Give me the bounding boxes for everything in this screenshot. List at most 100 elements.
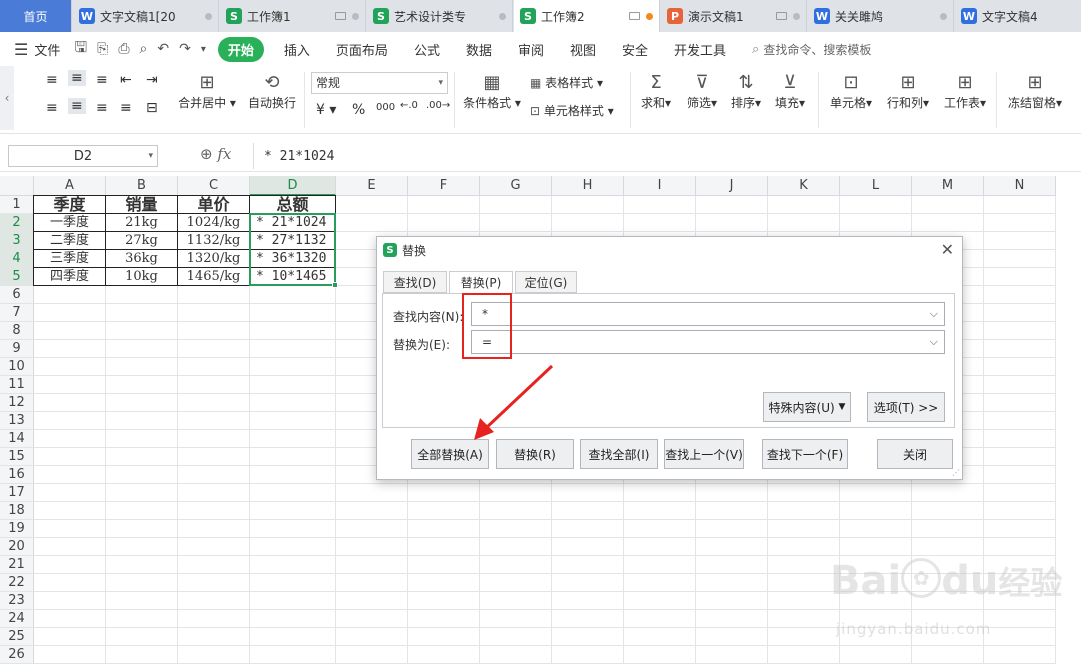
cell-j22[interactable]	[696, 574, 768, 592]
replace-input[interactable]: = ⌵	[471, 330, 945, 354]
column-header-a[interactable]: A	[34, 176, 106, 196]
cell-m19[interactable]	[912, 520, 984, 538]
number-format-select[interactable]: 常规 ▾	[311, 72, 448, 94]
row-header-26[interactable]: 26	[0, 646, 34, 664]
tab-presentation1[interactable]: P 演示文稿1	[661, 0, 807, 32]
cell-b23[interactable]	[106, 592, 178, 610]
cell-j19[interactable]	[696, 520, 768, 538]
cell-m21[interactable]	[912, 556, 984, 574]
row-header-24[interactable]: 24	[0, 610, 34, 628]
column-header-i[interactable]: I	[624, 176, 696, 196]
cell-g21[interactable]	[480, 556, 552, 574]
cell-k25[interactable]	[768, 628, 840, 646]
cell-e25[interactable]	[336, 628, 408, 646]
cell-c25[interactable]	[178, 628, 250, 646]
cell-d25[interactable]	[250, 628, 336, 646]
row-header-18[interactable]: 18	[0, 502, 34, 520]
row-header-5[interactable]: 5	[0, 268, 34, 286]
cell-c24[interactable]	[178, 610, 250, 628]
cell-h26[interactable]	[552, 646, 624, 664]
special-content-button[interactable]: 特殊内容(U) ▼	[763, 392, 851, 422]
cell-d21[interactable]	[250, 556, 336, 574]
cell-l26[interactable]	[840, 646, 912, 664]
cell-k19[interactable]	[768, 520, 840, 538]
find-input[interactable]: * ⌵	[471, 302, 945, 326]
cell-i20[interactable]	[624, 538, 696, 556]
cell-i23[interactable]	[624, 592, 696, 610]
cell-k2[interactable]	[768, 214, 840, 232]
cell-b8[interactable]	[106, 322, 178, 340]
cell-h23[interactable]	[552, 592, 624, 610]
align-top-icon[interactable]: ≡	[46, 72, 58, 88]
tab-workbook2[interactable]: S 工作簿2	[514, 0, 660, 32]
cell-d19[interactable]	[250, 520, 336, 538]
cell-d6[interactable]	[250, 286, 336, 304]
cell-h2[interactable]	[552, 214, 624, 232]
row-header-2[interactable]: 2	[0, 214, 34, 232]
find-all-button[interactable]: 查找全部(I)	[580, 439, 658, 469]
undo-icon[interactable]: ↶	[157, 41, 169, 57]
percent-button[interactable]: %	[352, 102, 365, 118]
cell-g18[interactable]	[480, 502, 552, 520]
menu-data[interactable]: 数据	[466, 40, 492, 59]
align-center-icon[interactable]: ≡	[68, 98, 86, 114]
row-header-19[interactable]: 19	[0, 520, 34, 538]
cell-b22[interactable]	[106, 574, 178, 592]
cell-n24[interactable]	[984, 610, 1056, 628]
cell-b25[interactable]	[106, 628, 178, 646]
align-right-icon[interactable]: ≡	[96, 100, 108, 116]
cell-g2[interactable]	[480, 214, 552, 232]
cell-c20[interactable]	[178, 538, 250, 556]
cell-a8[interactable]	[34, 322, 106, 340]
cell-l24[interactable]	[840, 610, 912, 628]
cell-a25[interactable]	[34, 628, 106, 646]
cell-e17[interactable]	[336, 484, 408, 502]
filter-button[interactable]: ⊽ 筛选▾	[682, 72, 722, 111]
find-previous-button[interactable]: 查找上一个(V)	[664, 439, 744, 469]
menu-view[interactable]: 视图	[570, 40, 596, 59]
cell-h20[interactable]	[552, 538, 624, 556]
dialog-titlebar[interactable]: S 替换	[377, 237, 962, 263]
cell-a18[interactable]	[34, 502, 106, 520]
save-icon[interactable]: 🖫	[74, 37, 87, 62]
menu-insert[interactable]: 插入	[284, 40, 310, 59]
cell-a24[interactable]	[34, 610, 106, 628]
cell-c8[interactable]	[178, 322, 250, 340]
align-middle-icon[interactable]: ≡	[68, 70, 86, 86]
cell-b21[interactable]	[106, 556, 178, 574]
tab-replace[interactable]: 替换(P)	[449, 271, 513, 294]
fx-icon[interactable]: fx	[217, 145, 231, 163]
cell-b6[interactable]	[106, 286, 178, 304]
increase-decimal-icon[interactable]: ←.0	[400, 100, 418, 111]
cell-a26[interactable]	[34, 646, 106, 664]
cell-f22[interactable]	[408, 574, 480, 592]
cell-n26[interactable]	[984, 646, 1056, 664]
cell-f1[interactable]	[408, 196, 480, 214]
cell-f24[interactable]	[408, 610, 480, 628]
replace-button[interactable]: 替换(R)	[496, 439, 574, 469]
cell-k1[interactable]	[768, 196, 840, 214]
tab-art-design[interactable]: S 艺术设计类专	[367, 0, 513, 32]
column-header-l[interactable]: L	[840, 176, 912, 196]
row-header-11[interactable]: 11	[0, 376, 34, 394]
cell-n22[interactable]	[984, 574, 1056, 592]
tab-doc4[interactable]: W 文字文稿4	[955, 0, 1081, 32]
cell-m23[interactable]	[912, 592, 984, 610]
column-header-m[interactable]: M	[912, 176, 984, 196]
cell-c26[interactable]	[178, 646, 250, 664]
row-header-20[interactable]: 20	[0, 538, 34, 556]
cell-d2[interactable]: * 21*1024	[250, 214, 336, 232]
cell-n7[interactable]	[984, 304, 1056, 322]
cell-a7[interactable]	[34, 304, 106, 322]
cell-g26[interactable]	[480, 646, 552, 664]
cell-a5[interactable]: 四季度	[34, 268, 106, 286]
cell-g17[interactable]	[480, 484, 552, 502]
cell-d9[interactable]	[250, 340, 336, 358]
cell-b15[interactable]	[106, 448, 178, 466]
cell-n4[interactable]	[984, 250, 1056, 268]
column-header-e[interactable]: E	[336, 176, 408, 196]
cell-k23[interactable]	[768, 592, 840, 610]
cell-c10[interactable]	[178, 358, 250, 376]
row-header-14[interactable]: 14	[0, 430, 34, 448]
cell-m1[interactable]	[912, 196, 984, 214]
